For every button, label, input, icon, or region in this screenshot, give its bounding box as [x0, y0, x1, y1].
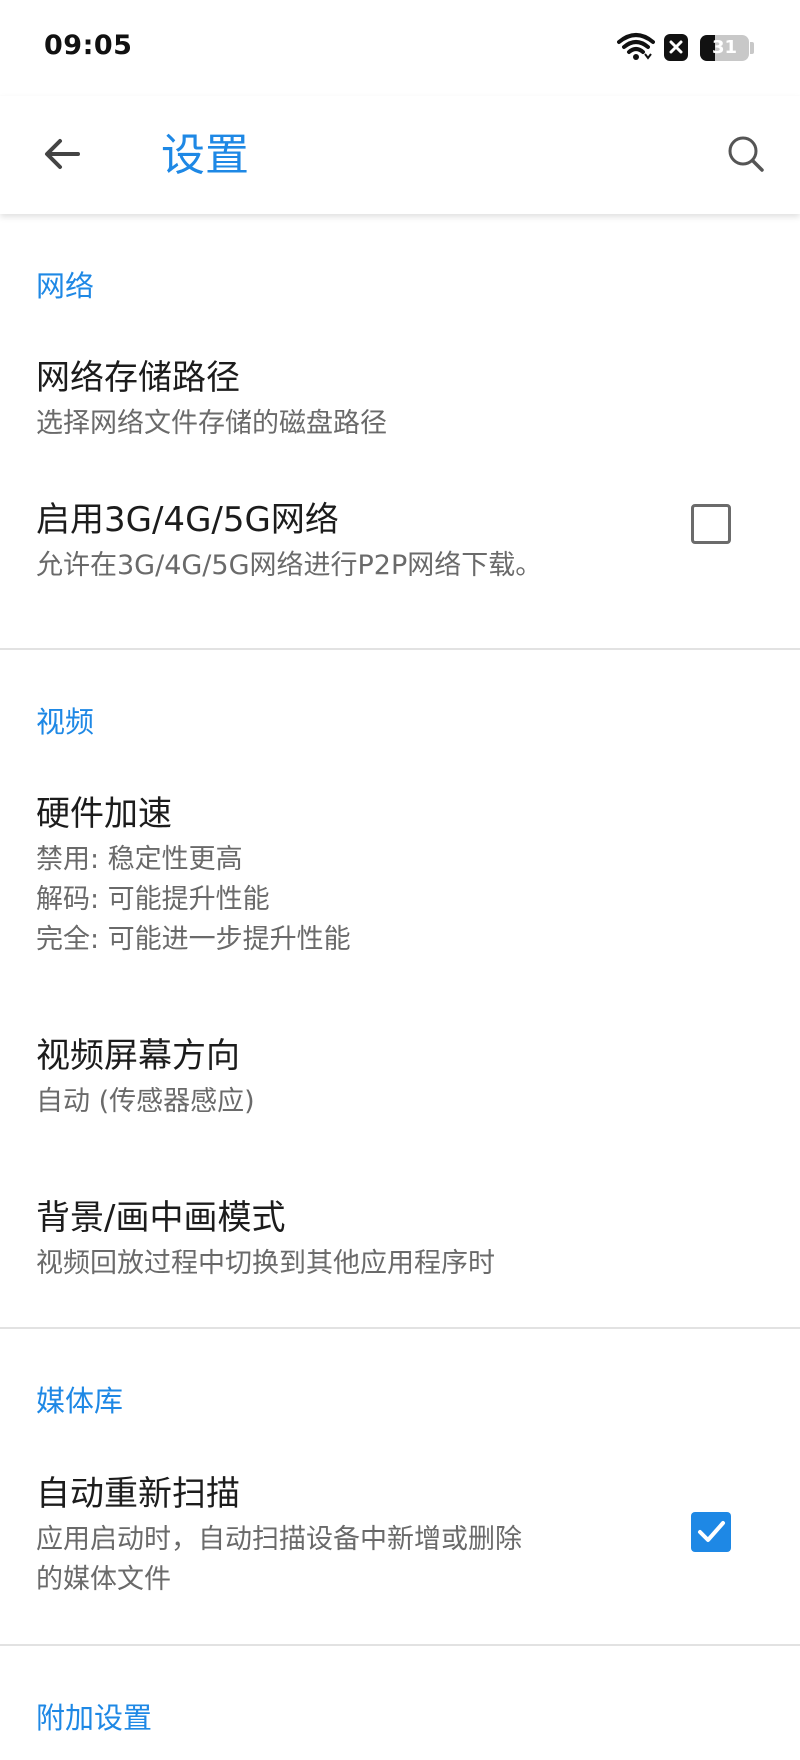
pref-summary: 自动 (传感器感应) — [36, 1086, 255, 1117]
section-header-video: 视频 — [36, 705, 95, 739]
section-header-media-library: 媒体库 — [36, 1384, 124, 1418]
search-button[interactable] — [716, 126, 776, 186]
pref-summary-line: 完全: 可能进一步提升性能 — [36, 924, 351, 955]
pref-background-pip-mode[interactable]: 背景/画中画模式 视频回放过程中切换到其他应用程序时 — [0, 1196, 800, 1326]
pref-summary-line: 解码: 可能提升性能 — [36, 884, 270, 915]
pref-title: 网络存储路径 — [36, 358, 240, 398]
back-button[interactable] — [32, 126, 92, 186]
section-header-network: 网络 — [36, 269, 95, 303]
battery-tip — [750, 42, 754, 54]
section-header-additional-settings: 附加设置 — [36, 1701, 153, 1735]
pref-title: 视频屏幕方向 — [36, 1036, 240, 1076]
arrow-left-icon — [42, 136, 82, 176]
divider — [0, 1644, 800, 1646]
battery-icon: 31 — [700, 35, 749, 61]
mobile-network-checkbox[interactable] — [691, 504, 731, 544]
notification-x-icon — [664, 34, 688, 61]
divider — [0, 1327, 800, 1329]
pref-auto-rescan[interactable]: 自动重新扫描 应用启动时，自动扫描设备中新增或删除 的媒体文件 — [0, 1472, 800, 1632]
pref-title: 自动重新扫描 — [36, 1474, 240, 1514]
pref-summary: 选择网络文件存储的磁盘路径 — [36, 408, 387, 439]
page-title: 设置 — [161, 130, 249, 181]
app-bar: 设置 — [0, 96, 800, 214]
wifi-icon — [617, 32, 655, 66]
pref-title: 背景/画中画模式 — [36, 1198, 286, 1238]
pref-summary: 允许在3G/4G/5G网络进行P2P网络下载。 — [36, 550, 543, 581]
pref-network-storage-path[interactable]: 网络存储路径 选择网络文件存储的磁盘路径 — [0, 356, 800, 496]
pref-summary-line: 禁用: 稳定性更高 — [36, 844, 243, 875]
pref-enable-mobile-network[interactable]: 启用3G/4G/5G网络 允许在3G/4G/5G网络进行P2P网络下载。 — [0, 498, 800, 628]
pref-title: 硬件加速 — [36, 794, 172, 834]
status-time: 09:05 — [44, 30, 133, 61]
pref-video-orientation[interactable]: 视频屏幕方向 自动 (传感器感应) — [0, 1034, 800, 1164]
pref-hardware-acceleration[interactable]: 硬件加速 禁用: 稳定性更高 解码: 可能提升性能 完全: 可能进一步提升性能 — [0, 792, 800, 982]
pref-summary-line: 的媒体文件 — [36, 1564, 171, 1595]
battery-level: 31 — [711, 37, 738, 58]
pref-title: 启用3G/4G/5G网络 — [36, 500, 339, 540]
pref-summary: 视频回放过程中切换到其他应用程序时 — [36, 1248, 495, 1279]
divider — [0, 648, 800, 650]
pref-summary-line: 应用启动时，自动扫描设备中新增或删除 — [36, 1524, 522, 1555]
auto-rescan-checkbox[interactable] — [691, 1512, 731, 1552]
status-bar: 09:05 31 — [0, 0, 800, 96]
search-icon — [726, 134, 766, 178]
